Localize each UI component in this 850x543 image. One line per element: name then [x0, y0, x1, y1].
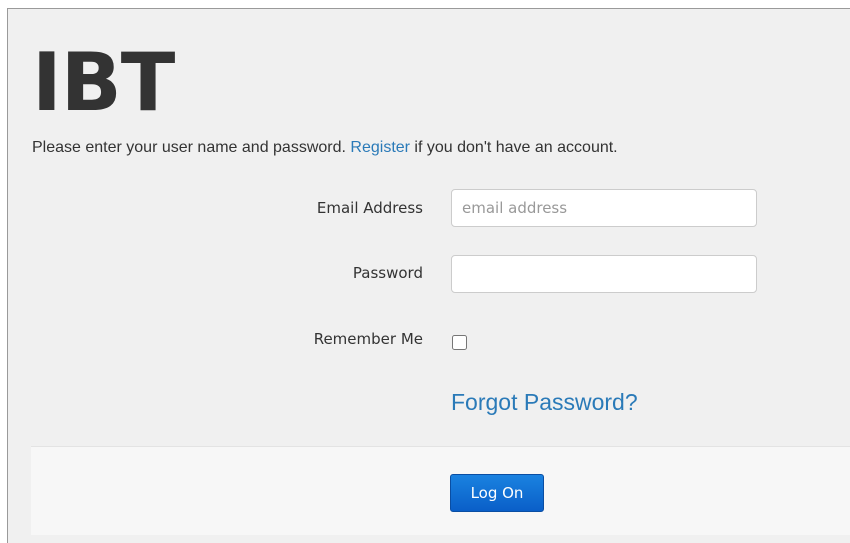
intro-prefix: Please enter your user name and password…: [32, 139, 351, 156]
register-link[interactable]: Register: [350, 139, 410, 156]
email-input[interactable]: [451, 189, 757, 227]
login-panel: IBT Please enter your user name and pass…: [7, 8, 850, 543]
password-label: Password: [352, 264, 423, 282]
remember-me-label: Remember Me: [313, 330, 423, 348]
intro-text: Please enter your user name and password…: [32, 137, 618, 159]
logo: IBT: [32, 36, 175, 129]
intro-suffix: if you don't have an account.: [409, 139, 618, 156]
form-actions-bar: Log On: [31, 446, 850, 535]
log-on-button[interactable]: Log On: [450, 474, 544, 512]
email-label: Email Address: [316, 199, 423, 217]
password-input[interactable]: [451, 255, 757, 293]
remember-me-checkbox[interactable]: [452, 335, 467, 350]
forgot-password-link[interactable]: Forgot Password?: [451, 388, 638, 416]
